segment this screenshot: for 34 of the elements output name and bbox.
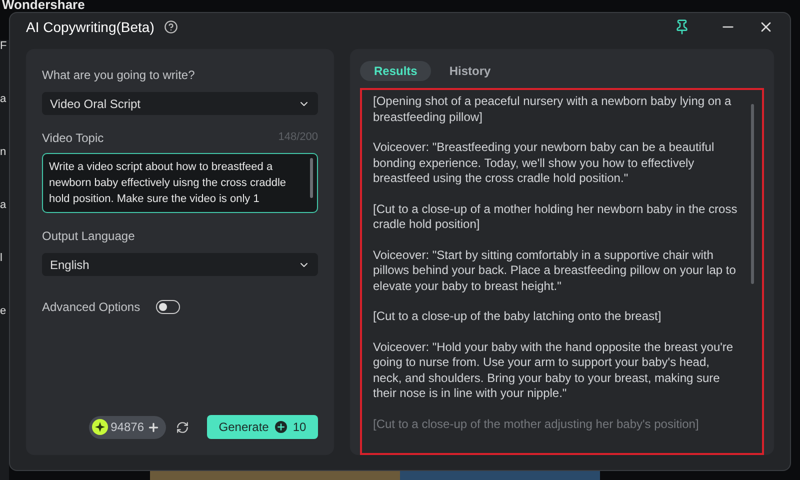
tab[interactable]: Results xyxy=(360,61,432,81)
result-paragraph: [Cut to a close-up of the baby latching onto the breast] xyxy=(373,309,662,324)
result-paragraph: [Cut to a close-up of the mother adjusting her baby's position] xyxy=(373,416,700,432)
type-dropdown[interactable]: Video Oral Script xyxy=(42,92,318,115)
sparkle-icon xyxy=(92,419,108,435)
result-paragraph: [Cut to a close-up of a mother holding her newborn baby in the cross cradle hold position] xyxy=(373,202,738,232)
language-dropdown[interactable]: English xyxy=(42,253,318,276)
field-label: Advanced Options xyxy=(42,299,140,316)
result-paragraph: Voiceover: "Breastfeeding your newborn baby can be a beautiful bonding experience. Today, we'll show you how to effectively breastfeed using the cross cradle hold position." xyxy=(373,140,716,186)
credits-badge[interactable]: 94876 xyxy=(88,416,166,438)
field-label: Output Language xyxy=(42,228,136,245)
sidebar-fragment: e xyxy=(0,305,8,318)
sidebar-fragment: n xyxy=(0,146,8,159)
pin-icon[interactable] xyxy=(674,19,690,35)
window-title: AI Copywriting(Beta) xyxy=(26,18,154,37)
plus-icon[interactable] xyxy=(147,420,160,434)
advanced-toggle[interactable] xyxy=(156,300,180,314)
result-paragraph: Voiceover: "Hold your baby with the hand opposite the breast you're going to nurse from. Use your arm to support your baby's head, neck, and shoulders. Bring your baby to your breast, making sure their nose is in line with your nipple." xyxy=(373,340,734,402)
tab[interactable]: History xyxy=(435,61,505,81)
topic-input[interactable]: Write a video script about how to breastfeed a newborn baby effectively uisng the cross craddle hold position. Make sure the video is only 1 xyxy=(42,153,318,213)
scrollbar-thumb[interactable] xyxy=(751,104,754,284)
refresh-icon[interactable] xyxy=(176,420,189,434)
field-label: Video Topic xyxy=(42,130,105,147)
sidebar-fragment: a xyxy=(0,199,8,212)
generate-button[interactable]: Generate 10 xyxy=(207,415,318,439)
result-paragraph: Voiceover: "Start by sitting comfortably in a supportive chair with pillows behind your back. Place a breastfeeding pillow on your lap to elevate your baby to breast height." xyxy=(373,248,737,294)
scrollbar-thumb[interactable] xyxy=(310,158,313,198)
help-icon[interactable] xyxy=(164,20,178,34)
field-label: What are you going to write? xyxy=(42,67,196,84)
result-paragraph: [Opening shot of a peaceful nursery with a newborn baby lying on a breastfeeding pillow] xyxy=(373,94,732,125)
sidebar-fragment: l xyxy=(0,252,4,265)
credit-cost-icon xyxy=(274,421,287,433)
sidebar-fragment: F xyxy=(0,40,8,53)
sidebar-fragment: a xyxy=(0,93,8,106)
